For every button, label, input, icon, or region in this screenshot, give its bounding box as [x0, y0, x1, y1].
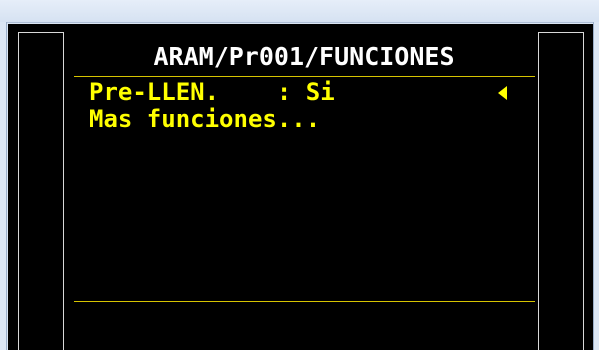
footer-separator [74, 301, 535, 302]
lcd-title: ARAM/Pr001/FUNCIONES [153, 42, 455, 71]
left-triangle-icon [498, 86, 507, 100]
lcd-screen: ARAM/Pr001/FUNCIONES Pre-LLEN. : Si Mas … [8, 24, 593, 350]
window-frame-right [593, 22, 599, 350]
menu-item-pre-llen[interactable]: Pre-LLEN. : Si [89, 80, 335, 104]
menu-item-mas-funciones[interactable]: Mas funciones... [89, 107, 320, 131]
window-titlebar [0, 0, 599, 23]
right-softkey-panel[interactable] [538, 32, 584, 350]
title-separator [74, 76, 535, 77]
left-softkey-panel[interactable] [18, 32, 64, 350]
application-window: ARAM/Pr001/FUNCIONES Pre-LLEN. : Si Mas … [0, 0, 599, 350]
window-frame-left [0, 22, 7, 350]
